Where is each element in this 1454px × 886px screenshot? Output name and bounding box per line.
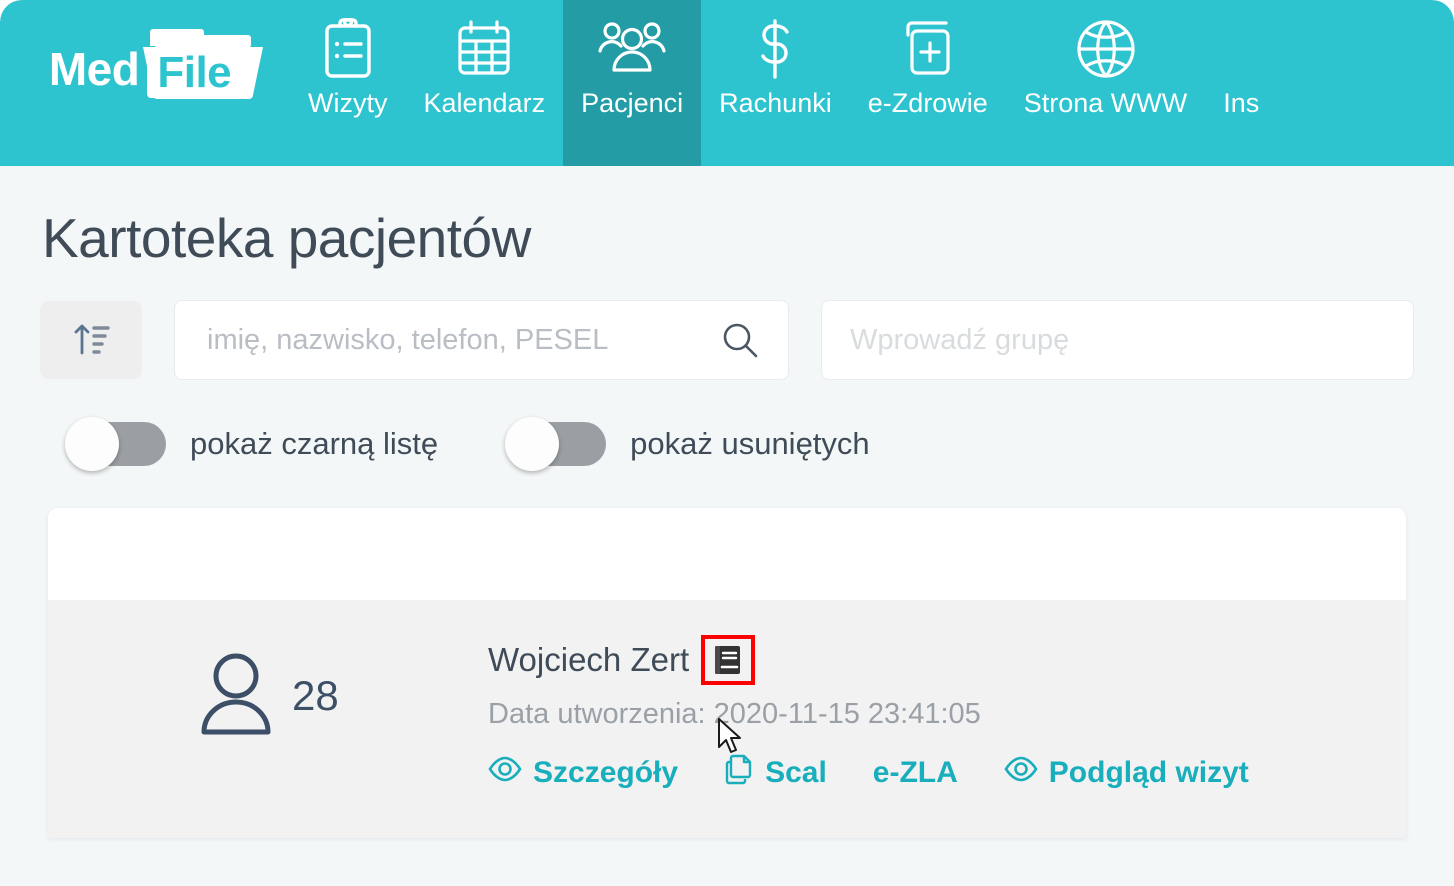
- search-box: [174, 300, 789, 380]
- nav-item-rachunki[interactable]: Rachunki: [701, 0, 850, 166]
- nav-label-rachunki: Rachunki: [719, 88, 832, 118]
- toggle-knob: [505, 417, 560, 471]
- nav-item-strona-www[interactable]: Strona WWW: [1006, 0, 1206, 166]
- action-scal[interactable]: Scal: [724, 753, 827, 793]
- group-box: [821, 300, 1414, 380]
- patient-name: Wojciech Zert: [488, 641, 690, 678]
- nav-items: Wizyty Kalendarz Pacjenci Rachunki e-Zdr…: [290, 0, 1454, 166]
- person-icon: [198, 650, 274, 741]
- toggle-blacklist-label: pokaż czarną listę: [190, 426, 439, 461]
- page-title: Kartoteka pacjentów: [42, 207, 531, 269]
- brand-logo[interactable]: Med File: [0, 0, 290, 166]
- users-icon: [597, 16, 667, 82]
- eye-icon: [1004, 756, 1038, 790]
- nav-item-e-zdrowie[interactable]: e-Zdrowie: [850, 0, 1006, 166]
- main-content: Kartoteka pacjentów imię, nazwisko, tele…: [0, 166, 1454, 838]
- patient-created-date: Data utworzenia: 2020-11-15 23:41:05: [488, 698, 981, 730]
- globe-icon: [1075, 16, 1137, 82]
- brand-file-wrap: File: [143, 28, 264, 99]
- toggles-row: pokaż czarną listę pokaż usuniętych: [40, 380, 1414, 471]
- nav-label-ins: Ins: [1223, 88, 1260, 118]
- action-e-zla[interactable]: e-ZLA: [873, 756, 958, 790]
- book-icon[interactable]: [701, 635, 756, 685]
- brand-med-text: Med: [48, 43, 140, 96]
- sort-button[interactable]: [40, 301, 142, 379]
- table-row[interactable]: 28 Wojciech Zert Data utworzenia: 2020-1…: [48, 600, 1406, 838]
- nav-label-e-zdrowie: e-Zdrowie: [867, 88, 988, 118]
- patient-avatar-cell: 28: [48, 626, 488, 741]
- brand-logo-text: Med File: [48, 28, 264, 99]
- eye-icon: [488, 756, 522, 790]
- action-label-e-zla: e-ZLA: [872, 756, 958, 789]
- patient-list-card: 28 Wojciech Zert Data utworzenia: 2020-1…: [48, 508, 1406, 838]
- action-label-szczegoly: Szczegóły: [533, 756, 679, 789]
- clipboard-list-icon: [322, 16, 374, 82]
- patient-age: 28: [292, 671, 339, 719]
- patient-actions: Szczegóły Scal e-ZLA Podgląd wizyt: [488, 753, 1406, 793]
- patient-name-line: Wojciech Zert: [488, 634, 1406, 686]
- brand-file-text: File: [147, 49, 242, 98]
- nav-item-kalendarz[interactable]: Kalendarz: [405, 0, 563, 166]
- action-label-scal: Scal: [765, 756, 827, 789]
- app-window: Med File Wizyty Kalendarz Pacjenci Rachu…: [0, 0, 1454, 886]
- action-podglad-wizyt[interactable]: Podgląd wizyt: [1004, 756, 1249, 790]
- action-label-podglad-wizyt: Podgląd wizyt: [1048, 756, 1249, 789]
- nav-label-pacjenci: Pacjenci: [581, 88, 684, 118]
- copy-icon: [724, 753, 754, 793]
- toggle-knob: [65, 417, 119, 471]
- toggle-blacklist[interactable]: pokaż czarną listę: [65, 417, 439, 471]
- toggle-deleted-label: pokaż usuniętych: [630, 426, 870, 461]
- action-szczegoly[interactable]: Szczegóły: [488, 756, 678, 790]
- toggle-deleted-switch[interactable]: [505, 417, 607, 471]
- filter-row: [40, 292, 1414, 380]
- nav-item-pacjenci[interactable]: Pacjenci: [563, 0, 702, 166]
- dollar-icon: [752, 16, 798, 82]
- patient-table-header: [48, 508, 1406, 600]
- nav-label-kalendarz: Kalendarz: [423, 88, 546, 118]
- nav-label-strona-www: Strona WWW: [1023, 88, 1188, 118]
- search-input[interactable]: [175, 323, 720, 357]
- nav-item-ins[interactable]: Ins: [1205, 0, 1277, 166]
- calendar-icon: [455, 16, 513, 82]
- health-card-icon: [898, 16, 958, 82]
- patient-info-cell: Wojciech Zert Data utworzenia: 2020-11-1…: [488, 626, 1406, 793]
- toggle-deleted[interactable]: pokaż usuniętych: [505, 417, 870, 471]
- group-input[interactable]: [822, 323, 1413, 357]
- search-icon[interactable]: [720, 320, 788, 360]
- nav-item-wizyty[interactable]: Wizyty: [290, 0, 405, 166]
- toggle-blacklist-switch[interactable]: [65, 417, 166, 471]
- sort-ascending-icon: [69, 317, 113, 364]
- nav-label-wizyty: Wizyty: [308, 88, 388, 118]
- top-navigation-bar: Med File Wizyty Kalendarz Pacjenci Rachu…: [0, 0, 1454, 166]
